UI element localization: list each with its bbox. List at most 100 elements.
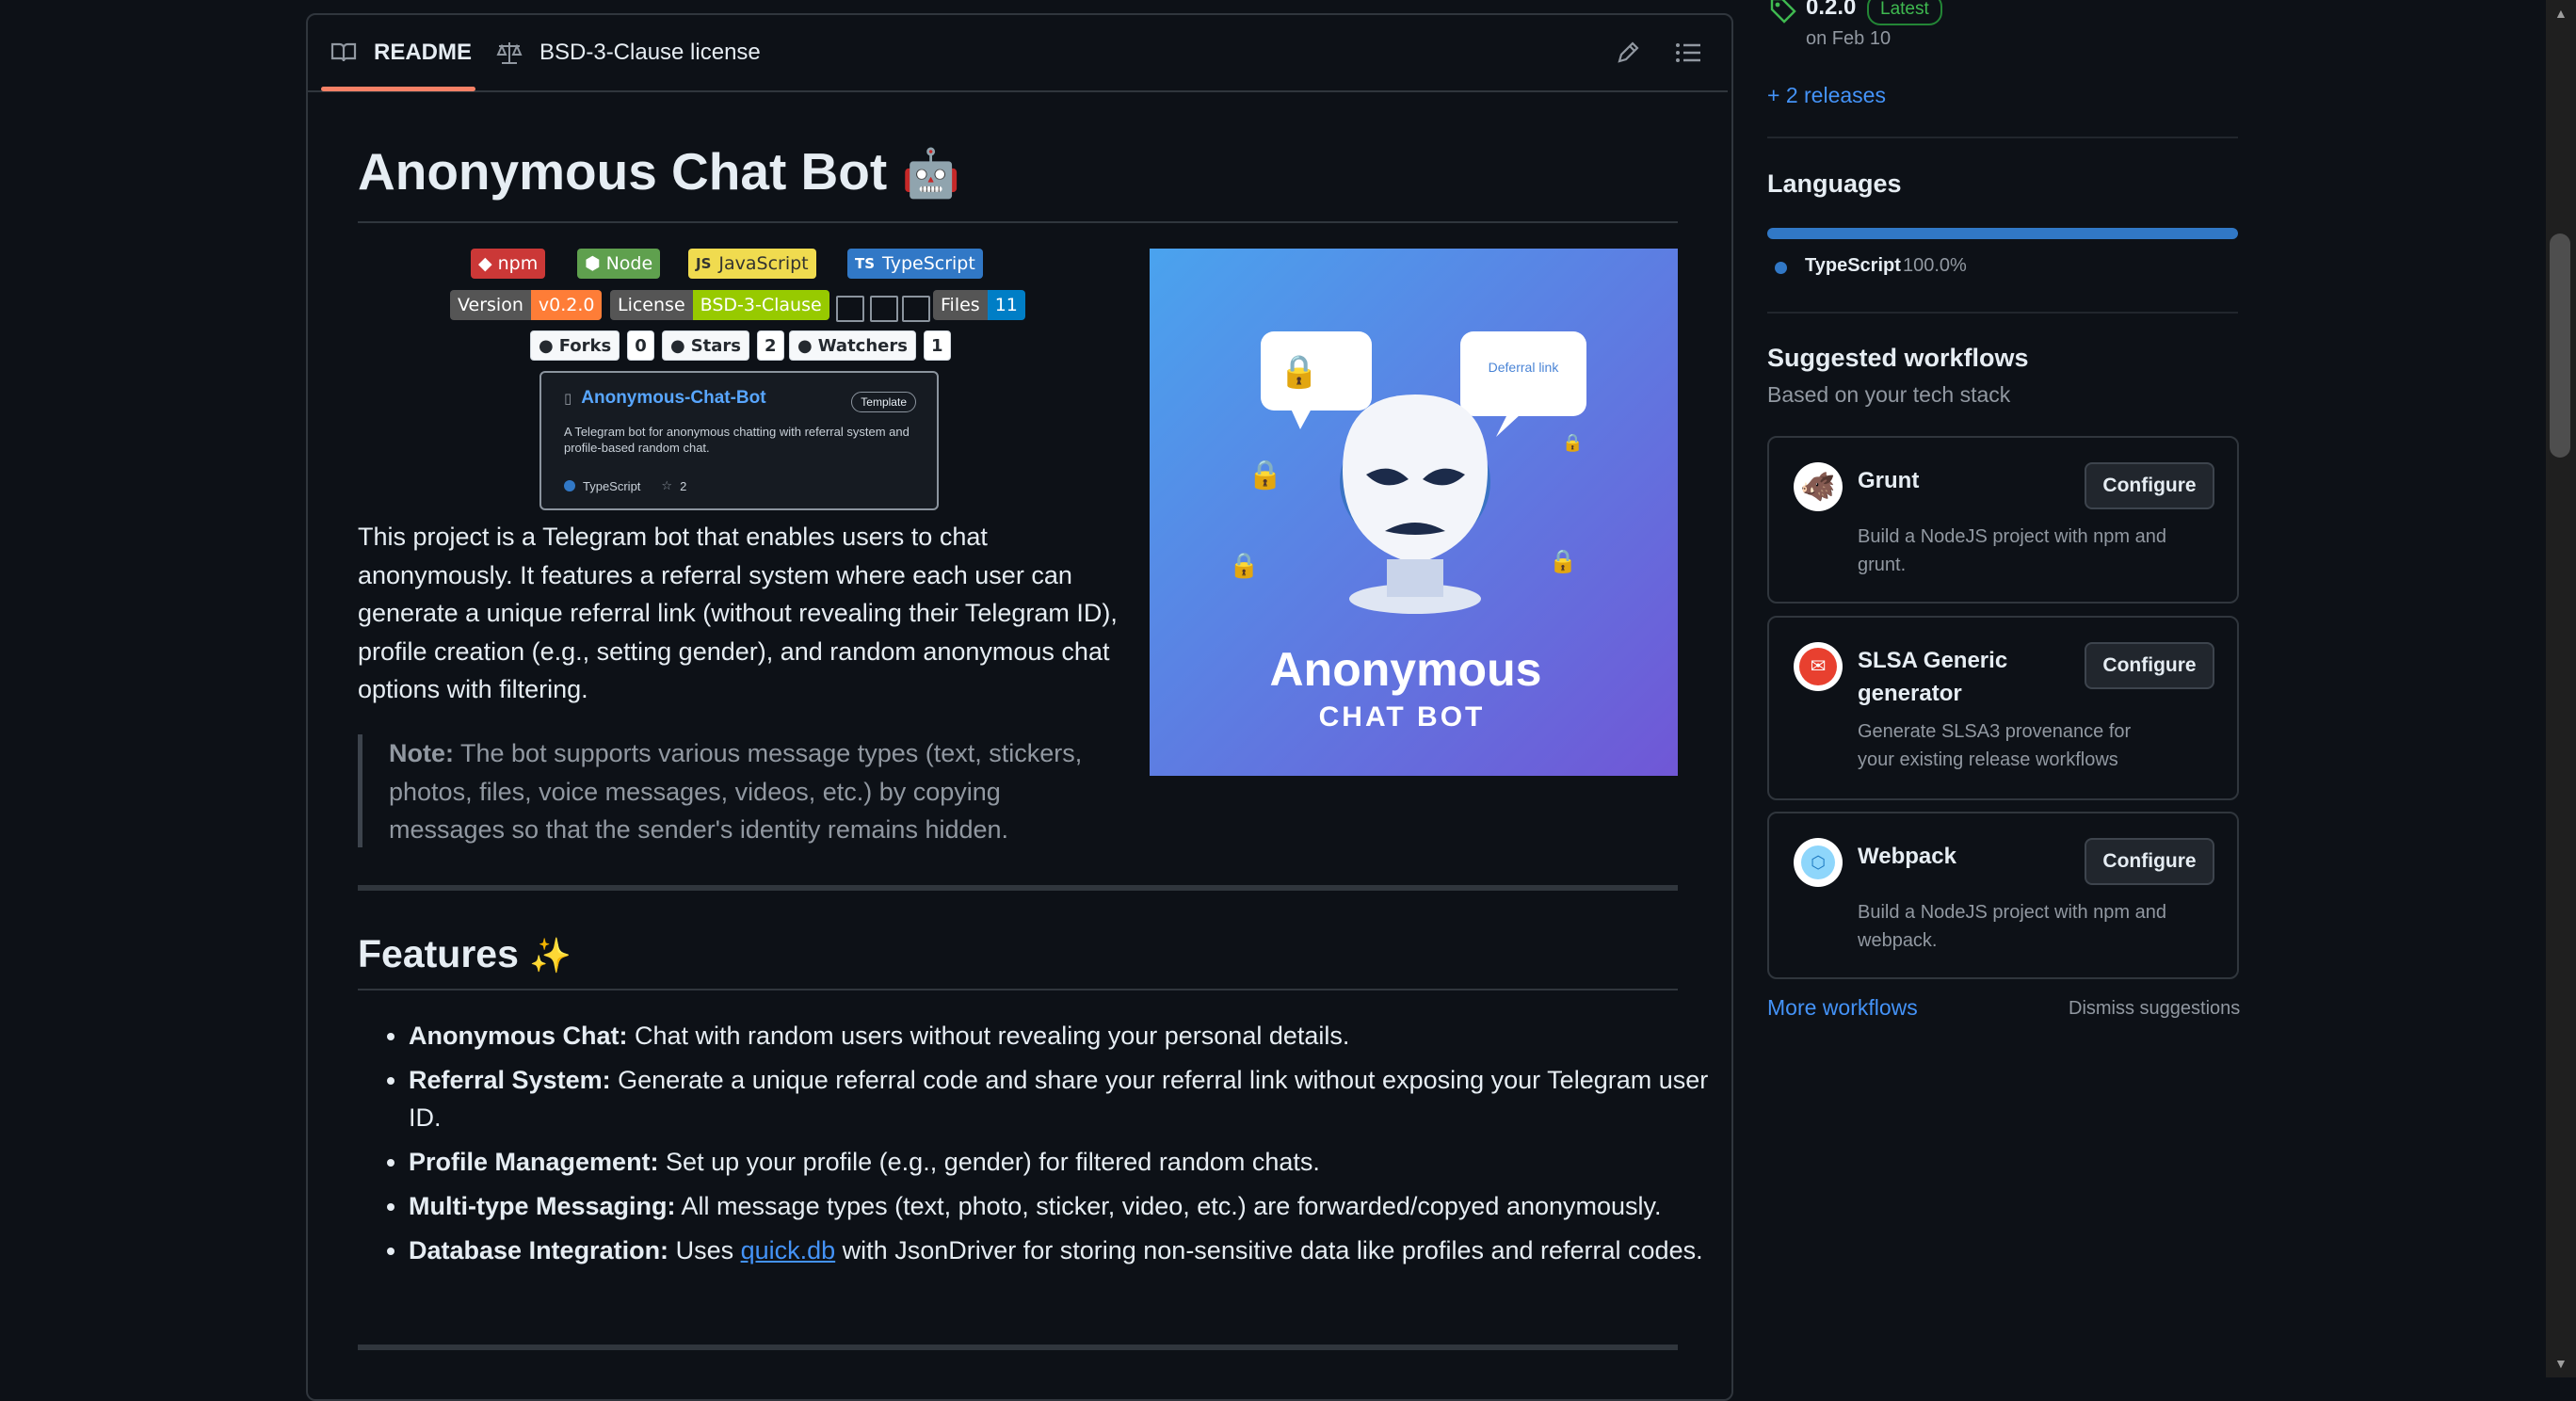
sparkles-emoji: ✨ <box>529 936 572 974</box>
workflow-description: Generate SLSA3 provenance for your exist… <box>1858 721 2132 770</box>
readme-title: Anonymous Chat Bot 🤖 <box>358 141 960 201</box>
svg-text:🔒: 🔒 <box>1549 548 1577 574</box>
broken-image-icon <box>870 296 898 322</box>
list-item: Anonymous Chat: Chat with random users w… <box>409 1017 1727 1055</box>
slsa-icon: ✉ <box>1794 642 1843 691</box>
workflow-name: Grunt <box>1858 468 1920 493</box>
workflow-name: Webpack <box>1858 844 1956 869</box>
hero-bubble-text: Deferral link <box>1489 360 1560 375</box>
scroll-down-icon[interactable]: ▼ <box>2554 1356 2568 1371</box>
list-item: Database Integration: Uses quick.db with… <box>409 1232 1727 1269</box>
npm-badge[interactable]: ◆ npm <box>471 249 546 279</box>
language-percentage: 100.0% <box>1903 255 1967 276</box>
tab-license-label: BSD-3-Clause license <box>539 40 761 65</box>
svg-text:🔒: 🔒 <box>1280 353 1319 391</box>
pencil-icon[interactable] <box>1611 36 1645 70</box>
section-divider <box>358 1345 1678 1350</box>
workflow-card-slsa: ✉ SLSA Generic generator Configure Gener… <box>1767 616 2239 800</box>
ts-icon: TS <box>855 255 876 272</box>
svg-text:🔒: 🔒 <box>1562 433 1583 453</box>
hero-title-line1: Anonymous <box>1270 643 1542 696</box>
features-list: Anonymous Chat: Chat with random users w… <box>358 1017 1727 1276</box>
list-icon[interactable] <box>1671 36 1705 70</box>
repo-card-language: TypeScript <box>583 478 641 493</box>
tag-icon <box>1769 0 1797 29</box>
language-name[interactable]: TypeScript <box>1805 255 1901 277</box>
version-badge[interactable]: Version v0.2.0 <box>450 290 603 320</box>
scroll-up-icon[interactable]: ▲ <box>2554 6 2568 21</box>
features-heading: Features ✨ <box>358 932 572 976</box>
typescript-badge[interactable]: TS TypeScript <box>847 249 983 279</box>
latest-badge: Latest <box>1867 0 1942 25</box>
page-scrollbar[interactable]: ▲ ▼ <box>2546 0 2576 1377</box>
svg-text:🔒: 🔒 <box>1229 552 1259 580</box>
workflow-card-grunt: 🐗 Grunt Configure Build a NodeJS project… <box>1767 436 2239 604</box>
watchers-badge[interactable]: ● Watchers 1 <box>789 330 951 361</box>
star-icon: ☆ <box>661 478 673 492</box>
workflows-heading: Suggested workflows <box>1767 344 2029 372</box>
list-item: Profile Management: Set up your profile … <box>409 1143 1727 1181</box>
template-label: Template <box>851 392 916 412</box>
scrollbar-thumb[interactable] <box>2550 234 2570 458</box>
blockquote-bar <box>358 734 362 847</box>
more-releases-link[interactable]: + 2 releases <box>1767 83 1886 108</box>
language-dot <box>1775 262 1787 274</box>
note-label: Note: <box>389 739 454 767</box>
configure-button[interactable]: Configure <box>2085 642 2214 689</box>
languages-heading: Languages <box>1767 169 1902 198</box>
grunt-icon: 🐗 <box>1794 462 1843 511</box>
hero-title-line2: CHAT BOT <box>1319 701 1486 733</box>
language-dot <box>564 480 575 491</box>
title-divider <box>358 221 1678 223</box>
configure-button[interactable]: Configure <box>2085 462 2214 509</box>
node-badge[interactable]: ⬢ Node <box>577 249 661 279</box>
svg-text:🔒: 🔒 <box>1248 459 1282 491</box>
note-text: The bot supports various message types (… <box>389 739 1083 844</box>
broken-image-icon <box>902 296 930 322</box>
features-heading-text: Features <box>358 932 519 975</box>
tab-readme[interactable]: README <box>330 15 472 90</box>
more-workflows-link[interactable]: More workflows <box>1767 995 1918 1021</box>
node-icon: ⬢ <box>585 253 601 274</box>
sidebar-divider <box>1767 137 2238 138</box>
files-badge[interactable]: Files 11 <box>933 290 1025 320</box>
js-icon: JS <box>696 255 712 272</box>
tab-readme-label: README <box>374 40 473 65</box>
scale-icon <box>496 42 523 64</box>
language-bar-fill <box>1767 228 2238 239</box>
language-bar <box>1767 228 2238 239</box>
repo-card-description: A Telegram bot for anonymous chatting wi… <box>564 425 910 455</box>
npm-icon: ◆ <box>478 253 492 274</box>
quickdb-link[interactable]: quick.db <box>741 1236 836 1264</box>
github-icon: ● <box>670 335 685 356</box>
github-icon: ● <box>797 335 813 356</box>
hero-illustration: 🔒 🔒 🔒 🔒 🔒 Anonymous CHAT BOT Deferral li… <box>1150 249 1678 776</box>
workflow-card-webpack: ⬡ Webpack Configure Build a NodeJS proje… <box>1767 812 2239 979</box>
workflow-description: Build a NodeJS project with npm and grun… <box>1858 526 2166 575</box>
sidebar-divider <box>1767 312 2238 314</box>
workflows-subheading: Based on your tech stack <box>1767 382 2011 407</box>
robot-emoji: 🤖 <box>901 147 960 200</box>
dismiss-suggestions-button[interactable]: Dismiss suggestions <box>2069 998 2240 1020</box>
release-date: on Feb 10 <box>1806 28 1892 49</box>
configure-button[interactable]: Configure <box>2085 838 2214 885</box>
readme-tab-bar: README BSD-3-Clause license <box>308 15 1728 92</box>
webpack-icon: ⬡ <box>1794 838 1843 887</box>
features-heading-rule <box>358 989 1678 990</box>
repo-icon: ▯ <box>564 391 572 407</box>
tab-license[interactable]: BSD-3-Clause license <box>496 15 761 90</box>
stars-badge[interactable]: ● Stars 2 <box>662 330 784 361</box>
broken-image-icon <box>836 296 864 322</box>
forks-badge[interactable]: ● Forks 0 <box>530 330 654 361</box>
active-tab-indicator <box>321 87 475 91</box>
license-badge[interactable]: License BSD-3-Clause <box>610 290 829 320</box>
intro-paragraph: This project is a Telegram bot that enab… <box>358 523 1118 703</box>
note-blockquote: Note: The bot supports various message t… <box>389 734 1119 849</box>
release-version[interactable]: 0.2.0 <box>1806 0 1856 21</box>
repo-card-name[interactable]: Anonymous-Chat-Bot <box>581 388 765 409</box>
book-icon <box>330 42 357 62</box>
section-divider <box>358 885 1678 891</box>
repo-card[interactable]: ▯ Anonymous-Chat-Bot Template A Telegram… <box>539 371 939 510</box>
javascript-badge[interactable]: JS JavaScript <box>688 249 816 279</box>
list-item: Multi-type Messaging: All message types … <box>409 1187 1727 1225</box>
